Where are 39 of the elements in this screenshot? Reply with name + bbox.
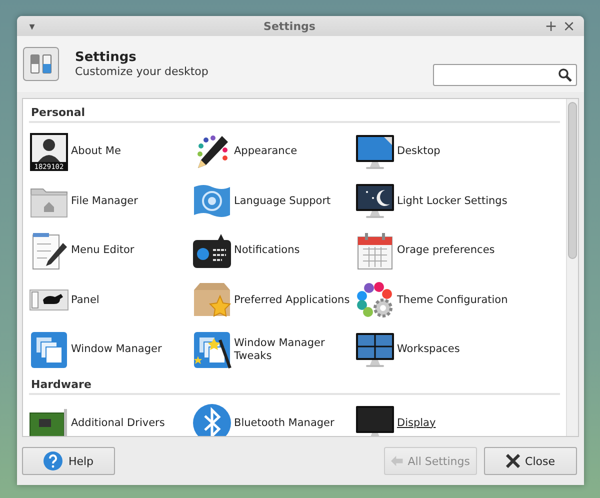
settings-item[interactable]: Additional Drivers (71, 416, 189, 430)
settings-item[interactable]: Light Locker Settings (397, 194, 547, 208)
close-icon (506, 454, 520, 468)
window-title: Settings (262, 20, 316, 32)
scrollbar-thumb[interactable] (568, 102, 577, 259)
close-button[interactable]: Close (484, 447, 577, 475)
search-icon (558, 68, 572, 82)
settings-item[interactable]: Window Manager Tweaks (234, 336, 352, 363)
wand-icon (192, 330, 232, 370)
search-field[interactable] (433, 64, 577, 86)
settings-item[interactable]: Display (397, 416, 547, 430)
window-menu-button[interactable]: ▾ (25, 20, 39, 32)
header-subtitle: Customize your desktop (75, 65, 210, 78)
switches-icon (23, 47, 59, 81)
settings-item[interactable]: Orage preferences (397, 244, 547, 258)
settings-item[interactable]: About Me (71, 145, 189, 158)
windows-icon (29, 330, 69, 370)
back-arrow-icon (391, 454, 403, 468)
settings-item[interactable]: Panel (71, 294, 189, 307)
settings-item[interactable]: Workspaces (397, 343, 547, 356)
gear-icon (355, 280, 395, 320)
settings-item[interactable]: Notifications (234, 244, 352, 258)
settings-item[interactable]: Desktop (397, 145, 547, 158)
close-button[interactable]: × (562, 17, 576, 35)
settings-item[interactable]: Appearance (234, 145, 352, 158)
settings-item[interactable]: Window Manager (71, 343, 189, 356)
settings-item[interactable]: Bluetooth Manager (234, 416, 352, 430)
header-title: Settings (75, 50, 138, 65)
settings-item[interactable]: Preferred Applications (234, 294, 352, 307)
maximize-button[interactable]: + (544, 17, 558, 35)
settings-item[interactable]: Theme Configuration (397, 294, 547, 307)
settings-item[interactable]: Language Support (234, 194, 352, 208)
section-heading: Hardware (29, 374, 560, 394)
section-heading: Personal (29, 103, 560, 123)
settings-item[interactable]: File Manager (71, 194, 189, 208)
help-icon (43, 451, 64, 471)
calendar-icon (355, 230, 395, 271)
help-button[interactable]: Help (22, 447, 115, 475)
settings-item[interactable]: Menu Editor (71, 244, 189, 258)
